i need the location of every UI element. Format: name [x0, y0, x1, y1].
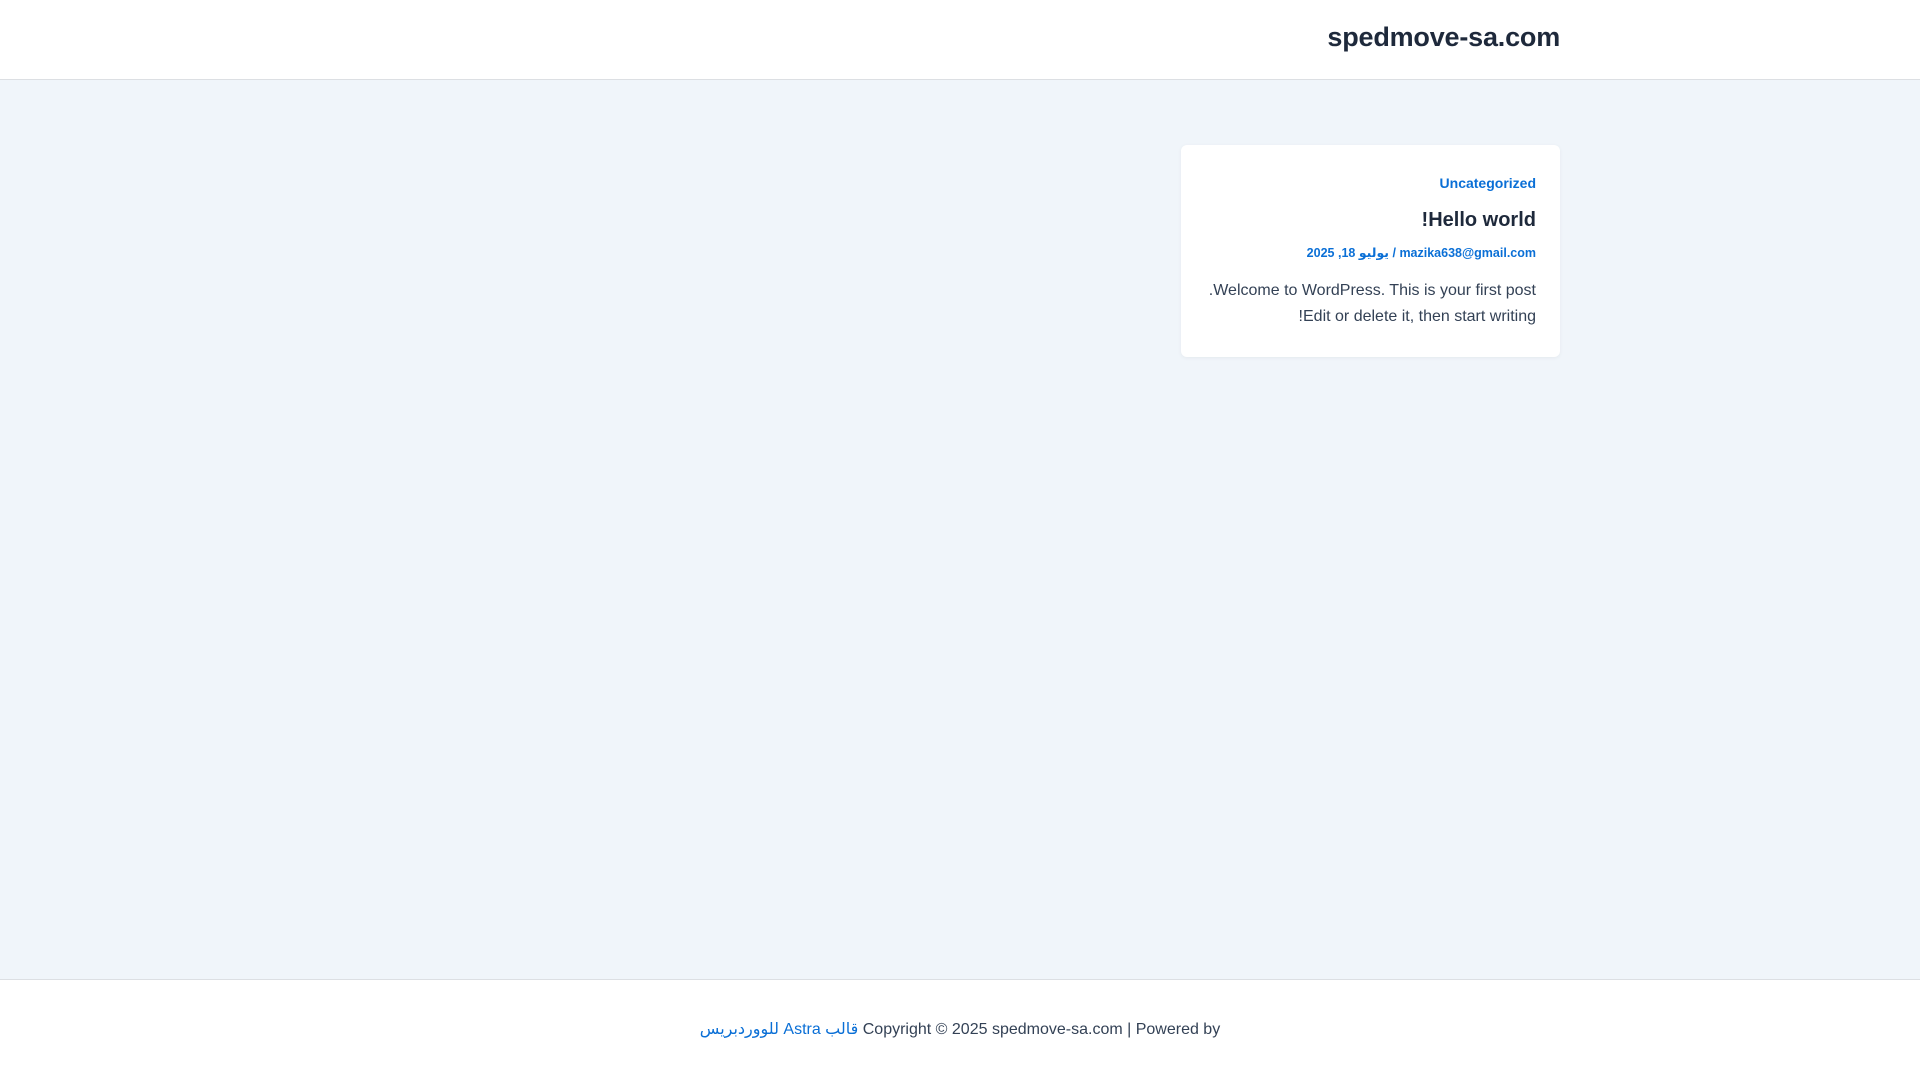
excerpt-line: Edit or delete it, then start writing!	[1298, 308, 1536, 325]
site-footer: Copyright © 2025 spedmove-sa.com | Power…	[0, 979, 1920, 1080]
excerpt-line: Welcome to WordPress. This is your first…	[1208, 282, 1536, 299]
copyright-text: Copyright © 2025 spedmove-sa.com | Power…	[862, 1021, 1221, 1038]
post-excerpt: Welcome to WordPress. This is your first…	[1205, 278, 1536, 330]
site-title-link[interactable]: spedmove-sa.com	[1327, 22, 1560, 53]
footer-copyright: Copyright © 2025 spedmove-sa.com | Power…	[0, 1019, 1920, 1039]
site-header: spedmove-sa.com	[0, 0, 1920, 80]
post-category-link[interactable]: Uncategorized	[1205, 175, 1536, 191]
theme-credit-link[interactable]: قالب Astra للووردبريس	[700, 1021, 859, 1038]
post-card: Uncategorized Hello world! يوليو 18, 202…	[1181, 145, 1560, 357]
post-date-link[interactable]: يوليو 18, 2025	[1307, 246, 1389, 260]
post-title-link[interactable]: Hello world!	[1205, 209, 1536, 232]
page: spedmove-sa.com Uncategorized Hello worl…	[0, 0, 1920, 1080]
post-author-link[interactable]: mazika638@gmail.com	[1399, 246, 1536, 260]
meta-separator: /	[1392, 246, 1396, 260]
main-content: Uncategorized Hello world! يوليو 18, 202…	[0, 80, 1920, 979]
post-meta: يوليو 18, 2025 / mazika638@gmail.com	[1205, 245, 1536, 260]
